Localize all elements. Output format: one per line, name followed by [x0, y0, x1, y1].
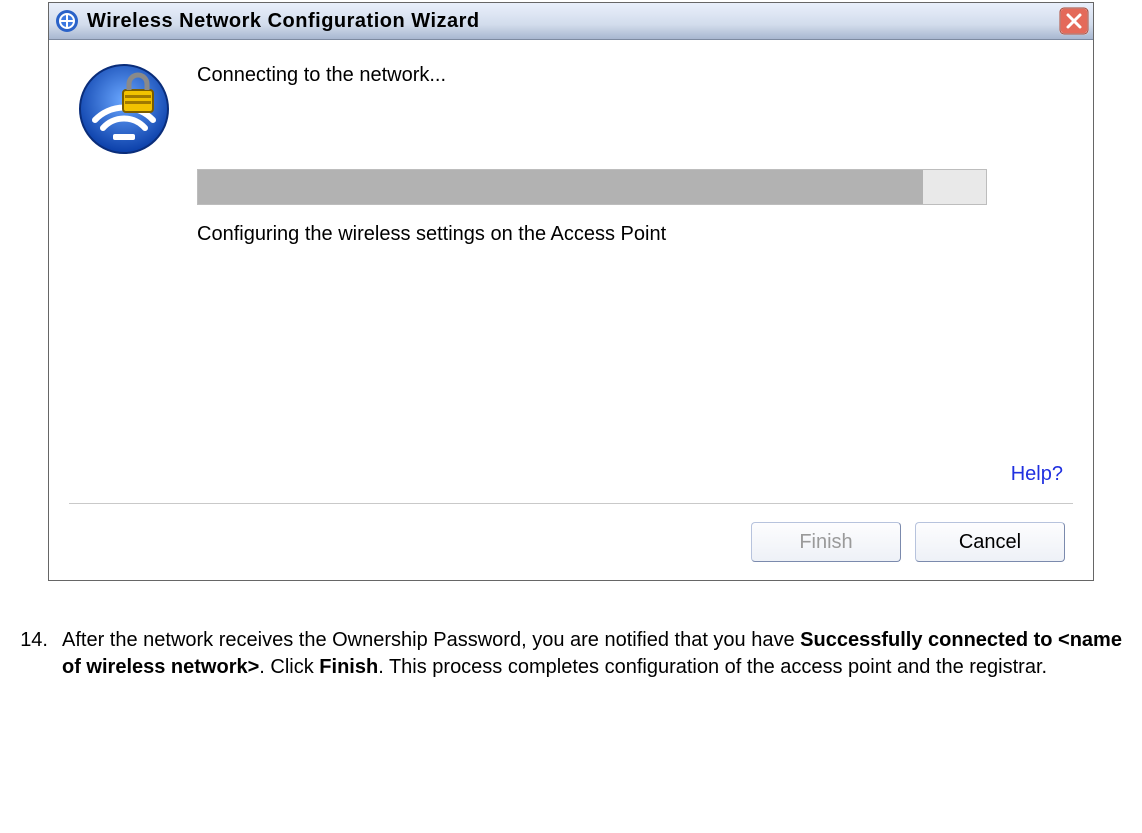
step-bold-2: Finish: [319, 656, 378, 678]
close-button[interactable]: [1059, 7, 1089, 35]
step-text-3: . This process completes configuration o…: [378, 656, 1047, 678]
client-area: Connecting to the network... Configuring…: [49, 40, 1093, 580]
help-link[interactable]: Help?: [1011, 463, 1063, 486]
button-row: Finish Cancel: [751, 522, 1065, 562]
wireless-lock-icon: [77, 62, 171, 156]
step-text-2: . Click: [259, 656, 319, 678]
app-icon: [55, 9, 79, 33]
titlebar: Wireless Network Configuration Wizard: [49, 3, 1093, 40]
step-body: After the network receives the Ownership…: [62, 627, 1122, 681]
wizard-window: Wireless Network Configuration Wizard: [48, 2, 1094, 581]
heading-text: Connecting to the network...: [197, 64, 1057, 87]
separator: [69, 503, 1073, 504]
step-text-1: After the network receives the Ownership…: [62, 629, 800, 651]
finish-button[interactable]: Finish: [751, 522, 901, 562]
window-title: Wireless Network Configuration Wizard: [87, 10, 1059, 33]
progress-fill: [198, 170, 923, 204]
status-text: Configuring the wireless settings on the…: [197, 223, 987, 246]
progress-bar: [197, 169, 987, 205]
step-number: 14.: [0, 627, 62, 681]
cancel-button[interactable]: Cancel: [915, 522, 1065, 562]
instruction-step: 14. After the network receives the Owner…: [0, 627, 1122, 681]
